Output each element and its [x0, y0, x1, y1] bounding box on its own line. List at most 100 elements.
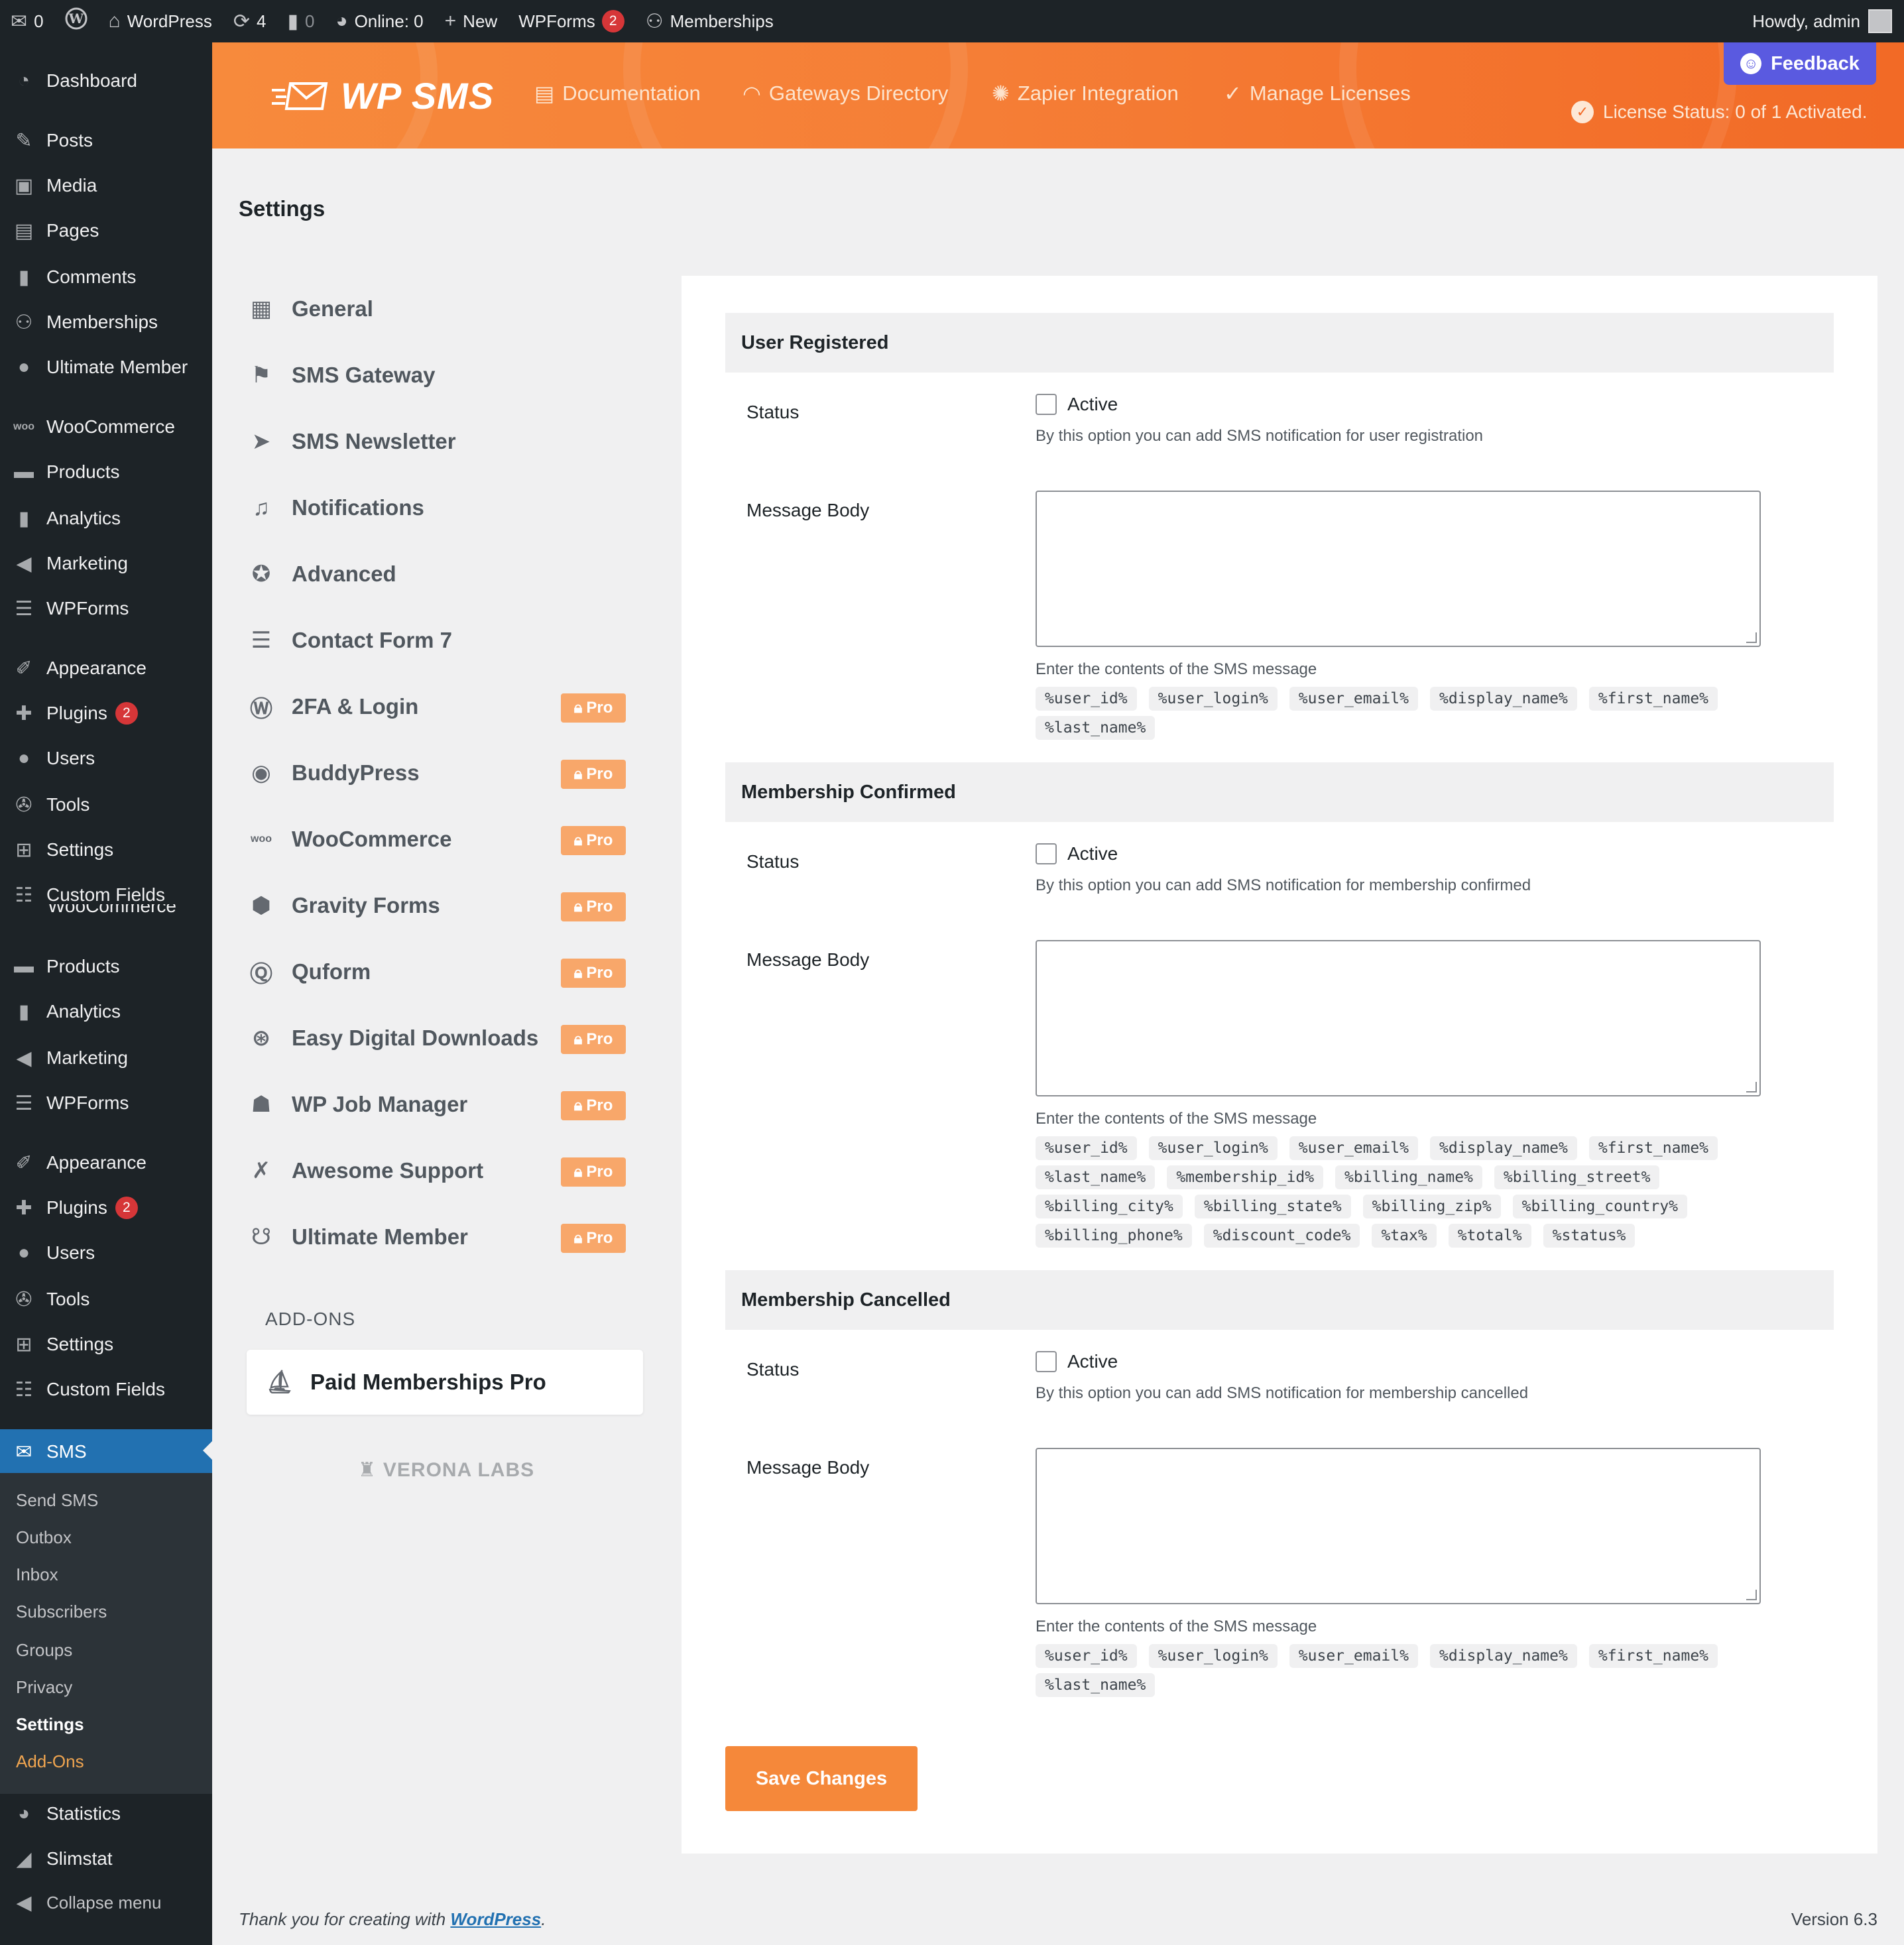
variable-tag[interactable]: %user_id%	[1036, 687, 1137, 711]
comments-menu[interactable]: ▮ 0	[276, 0, 325, 42]
user-registered-message-textarea[interactable]	[1036, 491, 1761, 647]
settings-tab-quform[interactable]: Ⓠ Quform 🔒︎ Pro	[247, 951, 644, 993]
variable-tag[interactable]: %last_name%	[1036, 1165, 1156, 1189]
variable-tag[interactable]: %user_email%	[1289, 1136, 1418, 1160]
membership-cancelled-message-textarea[interactable]	[1036, 1448, 1761, 1604]
variable-tag[interactable]: %status%	[1543, 1224, 1636, 1248]
verona-labs-brand[interactable]: ♜ VERONA LABS	[358, 1458, 534, 1482]
settings-tab-gravity-forms[interactable]: ⬢ Gravity Forms 🔒︎ Pro	[247, 884, 644, 927]
new-content-menu[interactable]: + New	[434, 0, 508, 42]
submenu-inbox[interactable]: Inbox	[16, 1564, 58, 1585]
settings-tab-woocommerce[interactable]: woo WooCommerce 🔒︎ Pro	[247, 818, 644, 860]
menu-tools-2[interactable]: ✇ Tools	[0, 1278, 212, 1321]
variable-tag[interactable]: %last_name%	[1036, 716, 1156, 740]
settings-tab-sms-gateway[interactable]: ⚑ SMS Gateway	[247, 354, 644, 396]
menu-marketing-2[interactable]: ◀ Marketing	[0, 1037, 212, 1079]
submenu-outbox[interactable]: Outbox	[16, 1527, 72, 1548]
checkbox-box[interactable]	[1036, 394, 1057, 415]
menu-settings[interactable]: ⊞ Settings	[0, 829, 212, 871]
variable-tag[interactable]: %billing_name%	[1335, 1165, 1482, 1189]
variable-tag[interactable]: %discount_code%	[1203, 1224, 1360, 1248]
submenu-privacy[interactable]: Privacy	[16, 1677, 72, 1698]
submenu-groups[interactable]: Groups	[16, 1640, 72, 1661]
menu-sms[interactable]: ✉ SMS	[0, 1429, 212, 1474]
membership-confirmed-message-textarea[interactable]	[1036, 940, 1761, 1096]
settings-tab-ultimate-member[interactable]: ☋ Ultimate Member 🔒︎ Pro	[247, 1216, 644, 1258]
menu-wpforms-2[interactable]: ☰ WPForms	[0, 1082, 212, 1124]
nav-zapier-integration[interactable]: ✺ Zapier Integration	[992, 81, 1179, 106]
variable-tag[interactable]: %first_name%	[1588, 1136, 1718, 1160]
variable-tag[interactable]: %tax%	[1372, 1224, 1437, 1248]
save-changes-button[interactable]: Save Changes	[725, 1746, 918, 1811]
settings-tab-buddypress[interactable]: ◉ BuddyPress 🔒︎ Pro	[247, 752, 644, 794]
variable-tag[interactable]: %user_id%	[1036, 1136, 1137, 1160]
variable-tag[interactable]: %first_name%	[1588, 1644, 1718, 1668]
menu-appearance-2[interactable]: ✐ Appearance	[0, 1142, 212, 1184]
nav-documentation[interactable]: ▤ Documentation	[534, 81, 701, 106]
membership-cancelled-active-checkbox[interactable]: Active	[1036, 1351, 1118, 1372]
menu-woocommerce[interactable]: woo WooCommerce	[0, 406, 212, 448]
variable-tag[interactable]: %display_name%	[1429, 1644, 1577, 1668]
feedback-button[interactable]: ☺ Feedback	[1724, 42, 1876, 85]
submenu-subscribers[interactable]: Subscribers	[16, 1602, 107, 1622]
variable-tag[interactable]: %user_id%	[1036, 1644, 1137, 1668]
wordpress-logo-menu[interactable]: W	[54, 0, 98, 42]
variable-tag[interactable]: %last_name%	[1036, 1673, 1156, 1697]
menu-analytics[interactable]: ▮ Analytics	[0, 497, 212, 540]
submenu-settings[interactable]: Settings	[16, 1714, 84, 1735]
menu-wpforms[interactable]: ☰ WPForms	[0, 587, 212, 630]
variable-tag[interactable]: %total%	[1448, 1224, 1531, 1248]
variable-tag[interactable]: %user_email%	[1289, 687, 1418, 711]
wp-sms-logo[interactable]: WP SMS	[272, 74, 494, 117]
variable-tag[interactable]: %display_name%	[1429, 1136, 1577, 1160]
menu-custom-fields-2[interactable]: ☷ Custom Fields	[0, 1368, 212, 1411]
variable-tag[interactable]: %billing_street%	[1494, 1165, 1660, 1189]
settings-tab-paid-memberships-pro[interactable]: ⛵︎ Paid Memberships Pro	[247, 1350, 643, 1415]
variable-tag[interactable]: %billing_state%	[1194, 1195, 1351, 1218]
menu-products[interactable]: ▬ Products	[0, 451, 212, 493]
menu-posts[interactable]: ✎ Posts	[0, 119, 212, 162]
site-name-menu[interactable]: ⌂ WordPress	[98, 0, 223, 42]
menu-comments[interactable]: ▮ Comments	[0, 256, 212, 298]
nav-manage-licenses[interactable]: ✓ Manage Licenses	[1224, 81, 1411, 106]
variable-tag[interactable]: %user_login%	[1148, 687, 1278, 711]
menu-plugins-2[interactable]: ✚ Plugins 2	[0, 1187, 212, 1229]
variable-tag[interactable]: %billing_city%	[1036, 1195, 1183, 1218]
menu-ultimate-member[interactable]: ● Ultimate Member	[0, 346, 212, 388]
user-registered-active-checkbox[interactable]: Active	[1036, 394, 1118, 415]
menu-statistics[interactable]: ◕ Statistics	[0, 1793, 212, 1835]
wpforms-menu[interactable]: WPForms 2	[508, 0, 635, 42]
variable-tag[interactable]: %first_name%	[1588, 687, 1718, 711]
menu-appearance[interactable]: ✐ Appearance	[0, 647, 212, 689]
variable-tag[interactable]: %user_login%	[1148, 1136, 1278, 1160]
menu-tools[interactable]: ✇ Tools	[0, 784, 212, 826]
menu-pages[interactable]: ▤ Pages	[0, 209, 212, 252]
submenu-add-ons[interactable]: Add-Ons	[16, 1751, 84, 1772]
variable-tag[interactable]: %user_login%	[1148, 1644, 1278, 1668]
variable-tag[interactable]: %billing_country%	[1512, 1195, 1688, 1218]
menu-users[interactable]: ● Users	[0, 737, 212, 780]
admin-bar-mail[interactable]: ✉ 0	[0, 0, 54, 42]
membership-confirmed-active-checkbox[interactable]: Active	[1036, 843, 1118, 864]
variable-tag[interactable]: %membership_id%	[1167, 1165, 1324, 1189]
variable-tag[interactable]: %display_name%	[1429, 687, 1577, 711]
settings-tab-sms-newsletter[interactable]: ➤ SMS Newsletter	[247, 420, 644, 463]
variable-tag[interactable]: %user_email%	[1289, 1644, 1418, 1668]
settings-tab-general[interactable]: ▦ General	[247, 288, 644, 330]
collapse-menu-button[interactable]: ◀ Collapse menu	[0, 1881, 212, 1924]
my-account-menu[interactable]: Howdy, admin	[1752, 9, 1904, 33]
nav-gateways-directory[interactable]: ◠ Gateways Directory	[743, 81, 948, 106]
menu-media[interactable]: ▣ Media	[0, 164, 212, 207]
menu-dashboard[interactable]: ◔ Dashboard	[0, 60, 212, 102]
checkbox-box[interactable]	[1036, 1351, 1057, 1372]
variable-tag[interactable]: %billing_phone%	[1036, 1224, 1192, 1248]
variable-tag[interactable]: %billing_zip%	[1362, 1195, 1501, 1218]
submenu-send-sms[interactable]: Send SMS	[16, 1490, 98, 1511]
settings-tab-2fa-login[interactable]: Ⓦ 2FA & Login 🔒︎ Pro	[247, 685, 644, 728]
settings-tab-easy-digital-downloads[interactable]: ⊛ Easy Digital Downloads 🔒︎ Pro	[247, 1017, 644, 1059]
settings-tab-awesome-support[interactable]: ✗ Awesome Support 🔒︎ Pro	[247, 1149, 644, 1192]
online-menu[interactable]: ◕ Online: 0	[325, 0, 434, 42]
settings-tab-contact-form-7[interactable]: ☰ Contact Form 7	[247, 619, 644, 662]
menu-memberships[interactable]: ⚇ Memberships	[0, 301, 212, 343]
checkbox-box[interactable]	[1036, 843, 1057, 864]
